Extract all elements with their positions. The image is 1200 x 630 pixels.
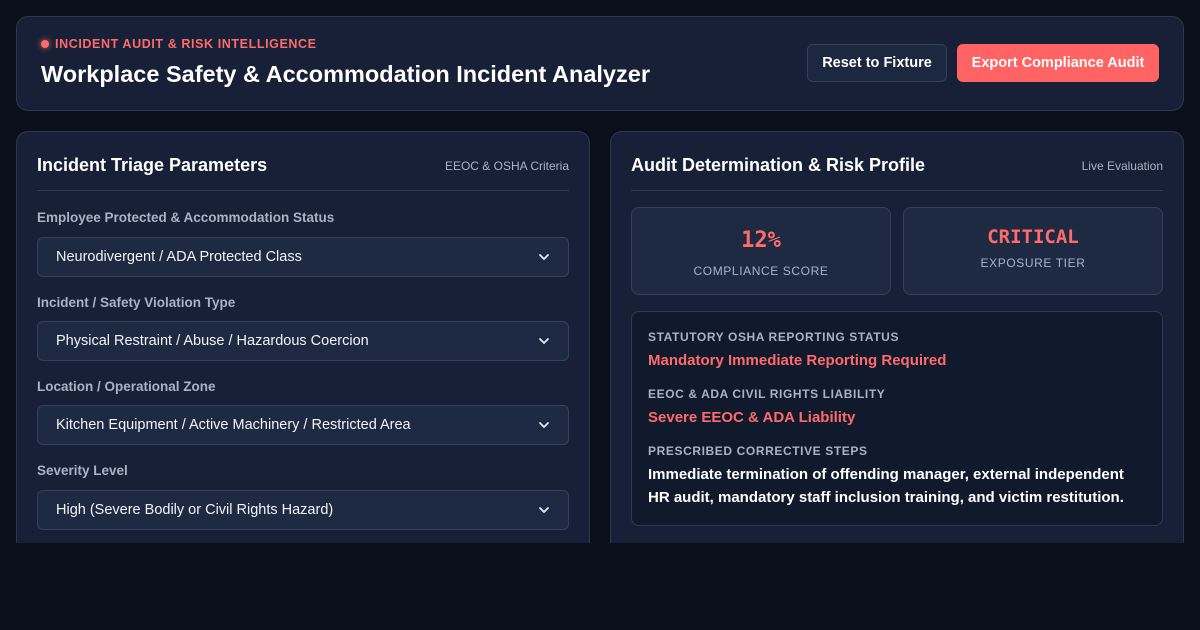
corrective-steps-text: Immediate termination of offending manag… <box>648 466 1124 506</box>
corrective-steps-label: PRESCRIBED CORRECTIVE STEPS <box>648 444 868 458</box>
app-header: INCIDENT AUDIT & RISK INTELLIGENCE Workp… <box>16 16 1184 111</box>
eyebrow-text: INCIDENT AUDIT & RISK INTELLIGENCE <box>55 37 317 51</box>
chevron-down-icon <box>539 507 549 513</box>
severity-level-label: Severity Level <box>37 463 128 478</box>
location-zone-value: Kitchen Equipment / Active Machinery / R… <box>56 417 411 433</box>
divider <box>631 190 1163 191</box>
triage-panel-title: Incident Triage Parameters <box>37 155 268 175</box>
live-evaluation-note: Live Evaluation <box>1081 159 1163 173</box>
severity-level-value: High (Severe Bodily or Civil Rights Haza… <box>56 502 334 518</box>
osha-status-value: Mandatory Immediate Reporting Required <box>648 352 947 369</box>
protected-status-label: Employee Protected & Accommodation Statu… <box>37 210 335 225</box>
eeoc-liability-label: EEOC & ADA CIVIL RIGHTS LIABILITY <box>648 387 886 401</box>
export-audit-button[interactable]: Export Compliance Audit <box>957 44 1159 82</box>
violation-type-select[interactable]: Physical Restraint / Abuse / Hazardous C… <box>37 321 569 361</box>
compliance-score-card: 12% COMPLIANCE SCORE <box>631 207 891 295</box>
eeoc-liability-value: Severe EEOC & ADA Liability <box>648 409 856 426</box>
chevron-down-icon <box>539 422 549 428</box>
reset-fixture-button[interactable]: Reset to Fixture <box>807 44 947 82</box>
exposure-tier-value: CRITICAL <box>987 226 1079 248</box>
status-dot-icon <box>41 40 49 48</box>
triage-criteria-note: EEOC & OSHA Criteria <box>444 159 569 173</box>
violation-type-value: Physical Restraint / Abuse / Hazardous C… <box>56 333 369 349</box>
protected-status-value: Neurodivergent / ADA Protected Class <box>56 249 302 265</box>
determination-details: STATUTORY OSHA REPORTING STATUS Mandator… <box>631 311 1163 526</box>
violation-type-label: Incident / Safety Violation Type <box>37 295 236 310</box>
chevron-down-icon <box>539 338 549 344</box>
compliance-score-value: 12% <box>741 228 781 253</box>
protected-status-select[interactable]: Neurodivergent / ADA Protected Class <box>37 237 569 277</box>
divider <box>37 190 569 191</box>
chevron-down-icon <box>539 254 549 260</box>
exposure-tier-card: CRITICAL EXPOSURE TIER <box>903 207 1163 295</box>
osha-status-label: STATUTORY OSHA REPORTING STATUS <box>648 330 900 344</box>
triage-panel: Incident Triage Parameters EEOC & OSHA C… <box>16 131 590 543</box>
location-zone-label: Location / Operational Zone <box>37 379 216 394</box>
compliance-score-label: COMPLIANCE SCORE <box>693 264 829 278</box>
exposure-tier-label: EXPOSURE TIER <box>980 256 1086 270</box>
page-title: Workplace Safety & Accommodation Inciden… <box>41 61 650 87</box>
location-zone-select[interactable]: Kitchen Equipment / Active Machinery / R… <box>37 405 569 445</box>
audit-panel-title: Audit Determination & Risk Profile <box>631 155 926 175</box>
severity-level-select[interactable]: High (Severe Bodily or Civil Rights Haza… <box>37 490 569 530</box>
audit-panel: Audit Determination & Risk Profile Live … <box>610 131 1184 543</box>
header-eyebrow: INCIDENT AUDIT & RISK INTELLIGENCE <box>41 37 317 51</box>
